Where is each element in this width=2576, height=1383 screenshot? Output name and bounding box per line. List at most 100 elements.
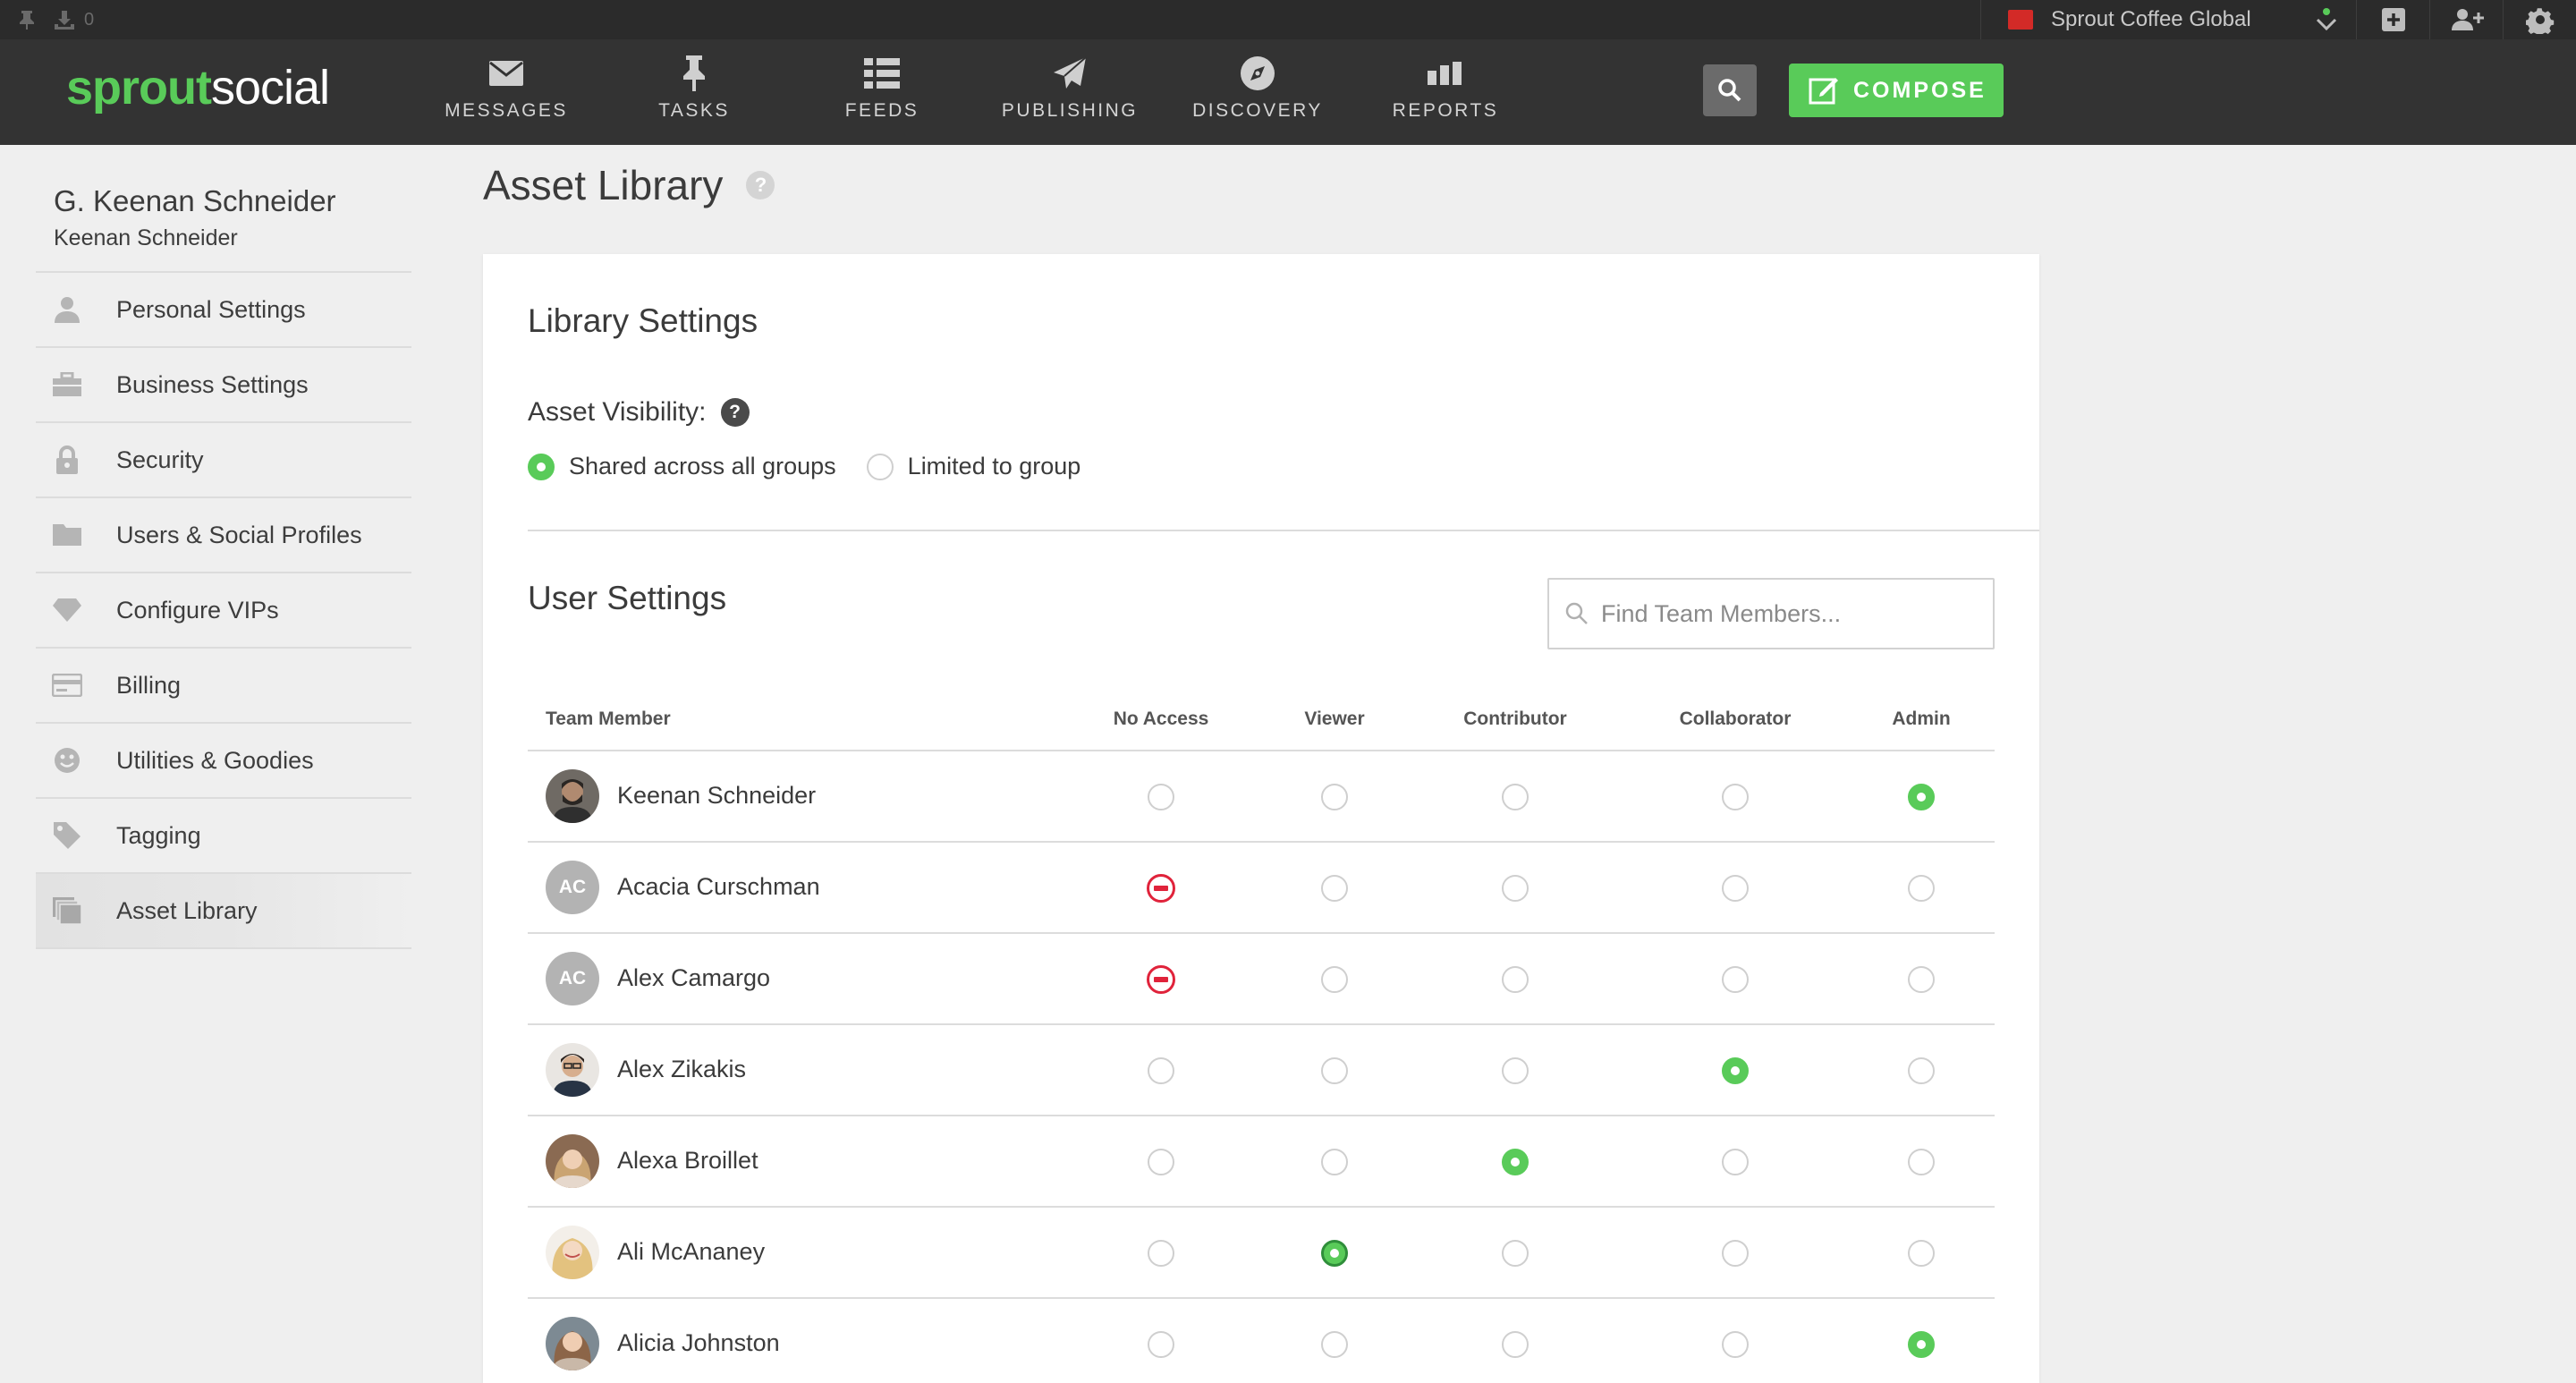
radio-admin[interactable] <box>1907 1239 1936 1268</box>
table-header: Team Member No Access Viewer Contributor… <box>528 685 1995 751</box>
nav-publishing[interactable]: PUBLISHING <box>989 52 1150 132</box>
person-icon <box>48 296 86 323</box>
radio-admin[interactable] <box>1907 1148 1936 1176</box>
library-settings-heading: Library Settings <box>528 302 758 339</box>
radio-viewer[interactable] <box>1320 1148 1349 1176</box>
user-settings-heading: User Settings <box>528 580 727 616</box>
avatar <box>546 1043 599 1097</box>
avatar <box>546 769 599 823</box>
nav-reports[interactable]: REPORTS <box>1365 52 1526 132</box>
sidebar-item-billing[interactable]: Billing <box>36 649 411 724</box>
avatar <box>546 1226 599 1279</box>
radio-viewer[interactable] <box>1320 874 1349 903</box>
radio-collaborator[interactable] <box>1721 1056 1750 1085</box>
radio-collaborator[interactable] <box>1721 1330 1750 1359</box>
sidebar-item-business-settings[interactable]: Business Settings <box>36 348 411 423</box>
sidebar-item-utilities-goodies[interactable]: Utilities & Goodies <box>36 724 411 799</box>
download-tray-icon[interactable] <box>52 7 77 32</box>
radio-collaborator[interactable] <box>1721 783 1750 811</box>
sidebar-item-security[interactable]: Security <box>36 423 411 498</box>
radio-collaborator[interactable] <box>1721 874 1750 903</box>
col-viewer: Viewer <box>1304 708 1365 729</box>
radio-admin[interactable] <box>1907 1330 1936 1359</box>
radio-admin[interactable] <box>1907 1056 1936 1085</box>
avatar <box>546 1134 599 1188</box>
radio-no-access[interactable] <box>1147 1148 1175 1176</box>
add-user-button[interactable] <box>2429 0 2503 39</box>
table-row: Alicia Johnston <box>528 1299 1995 1383</box>
radio-contributor[interactable] <box>1501 874 1530 903</box>
brand-switcher[interactable]: Sprout Coffee Global <box>1980 0 2356 39</box>
member-name: Alexa Broillet <box>617 1147 758 1174</box>
member-name: Ali McAnaney <box>617 1238 766 1265</box>
user-permissions-table: Team Member No Access Viewer Contributor… <box>528 685 1995 1383</box>
find-team-members-input[interactable] <box>1601 599 1977 628</box>
radio-viewer[interactable] <box>1320 1056 1349 1085</box>
radio-viewer[interactable] <box>1320 1239 1349 1268</box>
radio-contributor[interactable] <box>1501 965 1530 994</box>
sidebar-item-configure-vips[interactable]: Configure VIPs <box>36 573 411 649</box>
visibility-option-limited[interactable]: Limited to group <box>866 453 1080 480</box>
asset-library-card: Library Settings Asset Visibility: ? Sha… <box>483 254 2039 1383</box>
radio-no-access[interactable] <box>1147 1056 1175 1085</box>
paper-plane-icon <box>1052 52 1088 95</box>
nav-messages[interactable]: MESSAGES <box>426 52 587 132</box>
global-search-button[interactable] <box>1703 64 1757 116</box>
add-user-icon <box>2451 9 2484 30</box>
search-icon <box>1718 79 1741 102</box>
radio-admin[interactable] <box>1907 874 1936 903</box>
nav-discovery[interactable]: DISCOVERY <box>1177 52 1338 132</box>
compose-button[interactable]: COMPOSE <box>1789 64 2004 117</box>
help-icon[interactable]: ? <box>746 171 775 199</box>
radio-contributor[interactable] <box>1501 1056 1530 1085</box>
radio-contributor[interactable] <box>1501 1239 1530 1268</box>
radio-selected[interactable] <box>528 453 555 480</box>
add-button[interactable] <box>2356 0 2429 39</box>
sidebar-item-asset-library[interactable]: Asset Library <box>36 874 411 949</box>
flag-icon <box>2008 10 2033 30</box>
radio-no-access[interactable] <box>1147 1239 1175 1268</box>
nav-feeds[interactable]: FEEDS <box>801 52 962 132</box>
table-row: Alexa Broillet <box>528 1116 1995 1208</box>
sprout-social-logo[interactable]: sproutsocial <box>66 59 330 116</box>
pin-count: 0 <box>84 9 95 30</box>
visibility-option-shared[interactable]: Shared across all groups <box>528 453 836 480</box>
radio-viewer[interactable] <box>1320 783 1349 811</box>
radio-viewer[interactable] <box>1320 965 1349 994</box>
radio-contributor[interactable] <box>1501 783 1530 811</box>
radio-admin[interactable] <box>1907 783 1936 811</box>
radio-unselected[interactable] <box>866 453 894 480</box>
radio-contributor[interactable] <box>1501 1148 1530 1176</box>
sidebar-menu: Personal Settings Business Settings Secu… <box>36 271 411 949</box>
diamond-icon <box>48 598 86 623</box>
sidebar-item-users-social-profiles[interactable]: Users & Social Profiles <box>36 498 411 573</box>
radio-no-access[interactable] <box>1147 1330 1175 1359</box>
radio-contributor[interactable] <box>1501 1330 1530 1359</box>
visibility-help-icon[interactable]: ? <box>720 398 750 427</box>
sidebar-item-tagging[interactable]: Tagging <box>36 799 411 874</box>
pin-icon <box>681 52 708 95</box>
radio-admin[interactable] <box>1907 965 1936 994</box>
radio-viewer[interactable] <box>1320 1330 1349 1359</box>
compass-icon <box>1240 52 1275 95</box>
radio-collaborator[interactable] <box>1721 965 1750 994</box>
settings-button[interactable] <box>2503 0 2576 39</box>
radio-collaborator[interactable] <box>1721 1239 1750 1268</box>
pin-icon[interactable] <box>14 7 39 32</box>
radio-collaborator[interactable] <box>1721 1148 1750 1176</box>
table-row: Ali McAnaney <box>528 1208 1995 1299</box>
no-access-icon[interactable] <box>1147 965 1175 994</box>
avatar <box>546 1317 599 1370</box>
avatar-initials: AC <box>546 861 599 914</box>
find-team-members-field[interactable] <box>1547 578 1995 649</box>
smiley-icon <box>48 747 86 774</box>
no-access-icon[interactable] <box>1147 874 1175 903</box>
col-contributor: Contributor <box>1463 708 1567 729</box>
member-name: Alex Zikakis <box>617 1056 747 1082</box>
top-strip: 0 Sprout Coffee Global <box>0 0 2576 39</box>
sidebar-item-personal-settings[interactable]: Personal Settings <box>36 273 411 348</box>
radio-no-access[interactable] <box>1147 783 1175 811</box>
col-team-member: Team Member <box>546 708 671 729</box>
asset-visibility-options: Shared across all groups Limited to grou… <box>528 453 1111 480</box>
nav-tasks[interactable]: TASKS <box>614 52 775 132</box>
